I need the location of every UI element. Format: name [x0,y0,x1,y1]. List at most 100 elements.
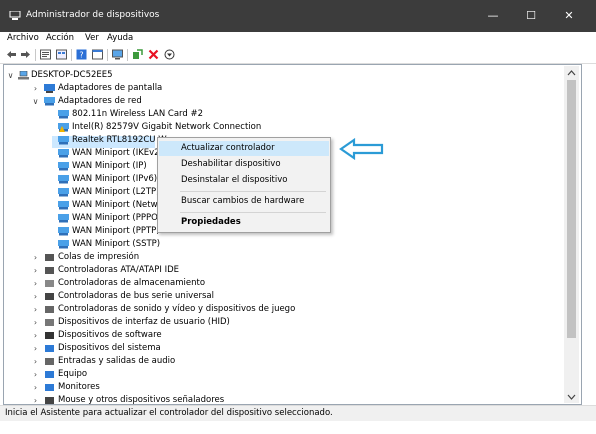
network-adapter-icon [58,162,69,171]
context-item-label: Desinstalar el dispositivo [181,175,288,185]
network-adapter-icon [58,214,69,223]
context-item-scan-hardware[interactable]: Buscar cambios de hardware [159,194,329,209]
expand-chevron-icon[interactable]: › [31,316,40,329]
software-icon [45,332,54,339]
enable-icon[interactable] [164,49,175,60]
expand-chevron-icon[interactable]: › [31,290,40,303]
tree-item-label: Dispositivos de interfaz de usuario (HID… [58,317,230,327]
storage-controller-icon [45,280,54,287]
expand-chevron-icon[interactable]: › [31,303,40,316]
context-item-disable-device[interactable]: Deshabilitar dispositivo [159,157,329,172]
network-adapter-icon [58,201,69,210]
collapse-chevron-icon[interactable]: ∨ [31,95,40,108]
expand-chevron-icon[interactable]: › [31,329,40,342]
back-arrow-icon[interactable] [6,49,17,60]
network-adapter-icon [58,110,69,119]
menu-accion[interactable]: Acción [46,33,74,43]
menu-archivo[interactable]: Archivo [7,33,39,43]
context-separator [180,212,326,213]
tree-item-label: Controladoras ATA/ATAPI IDE [58,265,179,275]
status-bar: Inicia el Asistente para actualizar el c… [0,405,596,421]
tree-item-label: Dispositivos del sistema [58,343,161,353]
menu-ver[interactable]: Ver [85,33,99,43]
computer-icon [45,371,54,378]
tree-item-label: Equipo [58,369,88,379]
tree-item-label: Colas de impresión [58,252,140,262]
tree-item-label: 802.11n Wireless LAN Card #2 [72,109,204,119]
title-bar: Administrador de dispositivos — ☐ ✕ [0,0,596,32]
network-adapter-icon [58,149,69,158]
context-item-label: Deshabilitar dispositivo [181,159,281,169]
network-adapter-icon [58,240,69,249]
tree-item-label: Controladoras de bus serie universal [58,291,214,301]
monitor-icon[interactable] [112,49,123,60]
context-item-label: Buscar cambios de hardware [181,196,305,206]
expand-chevron-icon[interactable]: › [31,82,40,95]
minimize-button[interactable]: — [474,0,512,32]
update-driver-icon[interactable] [132,49,143,60]
callout-arrow-icon [339,138,384,160]
display-adapter-icon [44,84,55,93]
scrollbar-thumb[interactable] [567,80,576,338]
menu-ayuda[interactable]: Ayuda [107,33,133,43]
network-adapter-icon [58,175,69,184]
tree-root-label: DESKTOP-DC52EE5 [31,70,113,80]
tree-item-label: Dispositivos de software [58,330,162,340]
context-item-label: Propiedades [181,217,241,227]
tree-item-label: WAN Miniport (SSTP) [72,239,161,249]
tree-item-label: WAN Miniport (L2TP) [72,187,160,197]
tree-item-label: Controladoras de almacenamiento [58,278,206,288]
network-adapter-icon [58,188,69,197]
tree-item-label: WAN Miniport (IKEv2 [72,148,160,158]
device-manager-icon [9,11,21,20]
context-item-uninstall-device[interactable]: Desinstalar el dispositivo [159,173,329,188]
uninstall-icon[interactable] [148,49,159,60]
scroll-up-arrow-icon[interactable] [567,69,576,77]
expand-chevron-icon[interactable]: › [31,251,40,264]
computer-icon [18,71,29,80]
network-adapter-warning-icon [58,123,69,132]
scroll-down-arrow-icon[interactable] [567,393,576,401]
toolbar-separator [35,49,36,61]
mouse-icon [45,397,54,404]
expand-chevron-icon[interactable]: › [31,264,40,277]
expand-chevron-icon[interactable]: › [31,342,40,355]
forward-arrow-icon[interactable] [20,49,31,60]
usb-icon [45,293,54,300]
network-adapter-icon [44,97,55,106]
expand-chevron-icon[interactable]: › [31,355,40,368]
help-icon[interactable]: ? [76,49,87,60]
expand-chevron-icon[interactable]: › [31,277,40,290]
audio-icon [45,358,54,365]
maximize-button[interactable]: ☐ [512,0,550,32]
toolbar: ? [0,46,596,64]
tree-item-label: Adaptadores de pantalla [58,83,163,93]
ide-controller-icon [45,267,54,274]
context-item-update-driver[interactable]: Actualizar controlador [159,141,329,156]
monitor-icon [45,384,54,391]
context-separator [180,191,326,192]
tree-item-label: WAN Miniport (PPPO [72,213,158,223]
view-icon[interactable] [92,49,103,60]
context-menu: Actualizar controlador Deshabilitar disp… [157,137,331,233]
toolbar-separator [107,49,108,61]
close-button[interactable]: ✕ [550,0,588,32]
context-item-label: Actualizar controlador [181,143,275,153]
tree-item-label: Adaptadores de red [58,96,142,106]
expand-chevron-icon[interactable]: › [31,381,40,394]
context-item-properties[interactable]: Propiedades [159,215,329,230]
collapse-chevron-icon[interactable]: ∨ [6,69,15,82]
properties-icon[interactable] [40,49,51,60]
tree-item-label: Intel(R) 82579V Gigabit Network Connecti… [72,122,262,132]
svg-text:?: ? [79,51,83,60]
tree-item-label: WAN Miniport (PPTP) [72,226,160,236]
bottom-strip [0,421,596,434]
tree-item-label: Controladoras de sonido y vídeo y dispos… [58,304,296,314]
expand-chevron-icon[interactable]: › [31,368,40,381]
tree-item-label: WAN Miniport (IP) [72,161,147,171]
device-grid-icon[interactable] [56,49,67,60]
window-title: Administrador de dispositivos [26,10,160,20]
speaker-icon [45,306,54,313]
status-text: Inicia el Asistente para actualizar el c… [5,408,333,418]
network-adapter-icon [58,136,69,145]
